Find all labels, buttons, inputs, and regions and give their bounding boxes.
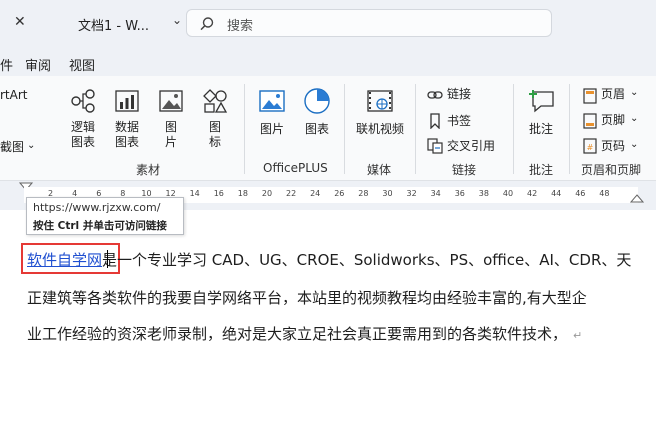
ruler-tick-label: 34 (430, 189, 441, 198)
tooltip-url: https://www.rjzxw.com/ (33, 201, 161, 214)
header-button[interactable]: 页眉 (601, 87, 625, 102)
screenshot-dropdown-icon[interactable]: ⌄ (27, 138, 35, 153)
logic-chart-label-1: 逻辑 (71, 120, 96, 134)
menu-file-partial[interactable]: 件 (0, 55, 13, 74)
ruler-tick-label: 14 (189, 189, 200, 198)
ruler-tick-label: 36 (454, 189, 465, 198)
header-dropdown-icon[interactable]: ⌄ (630, 85, 638, 100)
screenshot-button[interactable]: 截图 (0, 140, 24, 155)
right-indent-icon[interactable] (630, 194, 644, 204)
link-tooltip: https://www.rjzxw.com/ 按住 Ctrl 并单击可访问链接 (26, 197, 184, 235)
icon-library-label-1: 图 (209, 120, 222, 134)
footer-icon[interactable] (583, 113, 597, 129)
header-icon[interactable] (583, 88, 597, 104)
svg-text:#: # (587, 143, 594, 152)
group-header-footer-label: 页眉和页脚 (581, 163, 642, 177)
paragraph-line-1[interactable]: 软件自学网是一个专业学习 CAD、UG、CROE、Solidworks、PS、o… (27, 249, 631, 270)
title-chevron-icon[interactable]: ⌄ (172, 13, 182, 27)
menu-review[interactable]: 审阅 (25, 55, 51, 74)
officeplus-chart-icon[interactable] (302, 86, 332, 116)
ruler-tick-label: 26 (334, 189, 345, 198)
search-placeholder: 搜索 (227, 19, 254, 34)
ruler-tick-label: 42 (527, 189, 538, 198)
line-3-text: 业工作经验的资深老师录制，绝对是大家立足社会真正要需用到的各类软件技术， (27, 325, 568, 343)
title-bar: ✕ 文档1 - W... ⌄ 搜索 (0, 0, 656, 46)
ruler-tick-label: 44 (551, 189, 562, 198)
picture-icon[interactable] (158, 88, 184, 114)
online-video-icon[interactable] (366, 88, 394, 114)
ribbon-separator (569, 84, 570, 174)
ruler-tick-label: 28 (358, 189, 369, 198)
comment-label: 批注 (529, 122, 554, 136)
menu-view[interactable]: 视图 (69, 55, 95, 74)
document-title[interactable]: 文档1 - W... (78, 15, 149, 34)
paragraph-mark: ↵ (573, 329, 583, 342)
bookmark-icon[interactable] (429, 113, 441, 129)
ruler-tick-label: 48 (599, 189, 610, 198)
officeplus-picture-icon[interactable] (258, 88, 286, 114)
cross-reference-button[interactable]: 交叉引用 (447, 139, 495, 154)
bookmark-button[interactable]: 书签 (447, 114, 471, 129)
officeplus-chart-label: 图表 (305, 122, 330, 136)
data-chart-icon[interactable] (114, 88, 140, 114)
ruler-tick-label: 32 (406, 189, 417, 198)
search-box[interactable]: 搜索 (186, 9, 552, 37)
logic-chart-icon[interactable] (70, 88, 96, 114)
new-comment-icon[interactable] (527, 88, 555, 114)
ruler-tick-label: 18 (237, 189, 248, 198)
footer-button[interactable]: 页脚 (601, 113, 625, 128)
group-media-label: 媒体 (367, 163, 392, 177)
officeplus-picture-label: 图片 (260, 122, 285, 136)
logic-chart-label-2: 图表 (71, 135, 96, 149)
icon-library-icon[interactable] (202, 88, 228, 114)
group-officeplus-label: OfficePLUS (263, 161, 328, 175)
ribbon-separator (513, 84, 514, 174)
link-button[interactable]: 链接 (447, 87, 471, 102)
group-links-label: 链接 (452, 163, 477, 177)
smartart-button[interactable]: rtArt (0, 88, 28, 103)
paragraph-line-3[interactable]: 业工作经验的资深老师录制，绝对是大家立足社会真正要需用到的各类软件技术， ↵ (27, 323, 582, 344)
paragraph-line-2[interactable]: 正建筑等各类软件的我要自学网络平台，本站里的视频教程均由经验丰富的,有大型企 (27, 287, 587, 308)
ribbon: rtArt 截图 ⌄ 逻辑 图表 数据 图表 图 片 图 标 素材 图片 图表 … (0, 76, 656, 181)
ruler-tick-label: 24 (310, 189, 321, 198)
cross-reference-icon[interactable] (427, 138, 443, 154)
ruler-tick-label: 16 (213, 189, 224, 198)
data-chart-label-2: 图表 (115, 135, 140, 149)
ribbon-separator (415, 84, 416, 174)
footer-dropdown-icon[interactable]: ⌄ (630, 111, 638, 126)
ribbon-separator (244, 84, 245, 174)
menu-bar: 件 审阅 视图 (0, 46, 656, 76)
ruler-tick-label: 38 (478, 189, 489, 198)
icon-library-label-2: 标 (209, 135, 222, 149)
ruler-tick-label: 22 (286, 189, 297, 198)
link-icon[interactable] (427, 88, 443, 102)
picture-label-1: 图 (165, 120, 178, 134)
online-video-label: 联机视频 (356, 122, 405, 136)
ribbon-separator (344, 84, 345, 174)
line-1-text: 是一个专业学习 CAD、UG、CROE、Solidworks、PS、office… (102, 251, 632, 269)
page-number-icon[interactable]: # (583, 138, 597, 154)
close-tab-icon[interactable]: ✕ (14, 14, 26, 30)
ruler-tick-label: 46 (575, 189, 586, 198)
group-sucai-label: 素材 (136, 163, 161, 177)
search-icon (200, 17, 214, 31)
data-chart-label-1: 数据 (115, 120, 140, 134)
picture-label-2: 片 (165, 135, 178, 149)
text-cursor (107, 250, 108, 268)
tooltip-hint: 按住 Ctrl 并单击可访问链接 (33, 220, 167, 232)
ruler-tick-label: 20 (261, 189, 273, 198)
ruler-tick-label: 30 (382, 189, 393, 198)
ruler-tick-label: 40 (502, 189, 514, 198)
page-number-button[interactable]: 页码 (601, 139, 625, 154)
group-comment-label: 批注 (529, 163, 554, 177)
page-number-dropdown-icon[interactable]: ⌄ (630, 137, 638, 152)
hyperlink-rjzxw[interactable]: 软件自学网 (27, 251, 102, 269)
